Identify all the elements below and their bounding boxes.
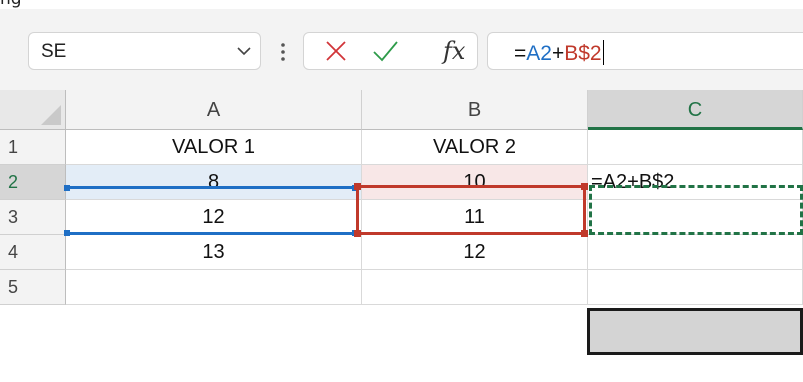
name-box-value: SE [41, 41, 67, 62]
ref-handle-a2-bl[interactable] [64, 230, 70, 236]
cell-a1[interactable]: VALOR 1 [66, 130, 362, 165]
cell-c5[interactable] [588, 270, 803, 305]
x-icon[interactable] [318, 33, 354, 69]
row-header-1[interactable]: 1 [0, 130, 66, 165]
select-all-button[interactable] [0, 90, 66, 130]
row-header-4[interactable]: 4 [0, 235, 66, 270]
ref-handle-a2-tl[interactable] [64, 185, 70, 191]
cell-b4[interactable]: 12 [362, 235, 588, 270]
vertical-dots-icon[interactable] [279, 40, 287, 64]
column-header-a[interactable]: A [66, 90, 362, 130]
cell-c1[interactable] [588, 130, 803, 165]
cell-a5[interactable] [66, 270, 362, 305]
ref-handle-b2-tl[interactable] [354, 183, 361, 190]
highlighted-cell-c4 [587, 308, 803, 355]
column-header-c[interactable]: C [588, 90, 803, 130]
fx-icon[interactable]: fx [443, 37, 465, 65]
ref-handle-b2-br[interactable] [581, 230, 588, 237]
cell-b1[interactable]: VALOR 2 [362, 130, 588, 165]
cell-c4[interactable] [588, 235, 803, 270]
cell-a4[interactable]: 13 [66, 235, 362, 270]
cell-c3[interactable] [588, 200, 803, 235]
cell-a2[interactable]: 8 [66, 165, 362, 200]
checkmark-icon[interactable] [366, 33, 404, 69]
ref-handle-b2-tr[interactable] [581, 183, 588, 190]
row-header-5[interactable]: 5 [0, 270, 66, 305]
formula-part-ref-a2: A2 [526, 42, 552, 65]
ref-handle-b2-bl[interactable] [354, 230, 361, 237]
spreadsheet-grid: A B C 1 2 3 4 5 VALOR 1 VALOR 2 8 10 =A2… [0, 90, 803, 382]
clipped-top-text: ng [0, 0, 803, 9]
cell-a3[interactable]: 12 [66, 200, 362, 235]
cell-c2[interactable]: =A2+B$2 [588, 165, 803, 200]
name-box[interactable]: SE [28, 32, 261, 70]
formula-part-plus: + [551, 42, 565, 65]
formula-bar: SE fx =A2+B$2 [0, 9, 803, 90]
formula-input[interactable]: =A2+B$2 [487, 32, 803, 70]
cell-b2[interactable]: 10 [362, 165, 588, 200]
cell-b5[interactable] [362, 270, 588, 305]
chevron-down-icon[interactable] [233, 41, 255, 61]
formula-text: =A2+B$2 [514, 40, 604, 66]
text-caret [602, 40, 604, 65]
formula-buttons: fx [303, 32, 478, 70]
formula-part-ref-b2: B$2 [564, 42, 602, 65]
row-header-2[interactable]: 2 [0, 165, 66, 200]
formula-part-equals: = [514, 42, 527, 65]
cell-b3[interactable]: 11 [362, 200, 588, 235]
column-header-b[interactable]: B [362, 90, 588, 130]
row-header-3[interactable]: 3 [0, 200, 66, 235]
